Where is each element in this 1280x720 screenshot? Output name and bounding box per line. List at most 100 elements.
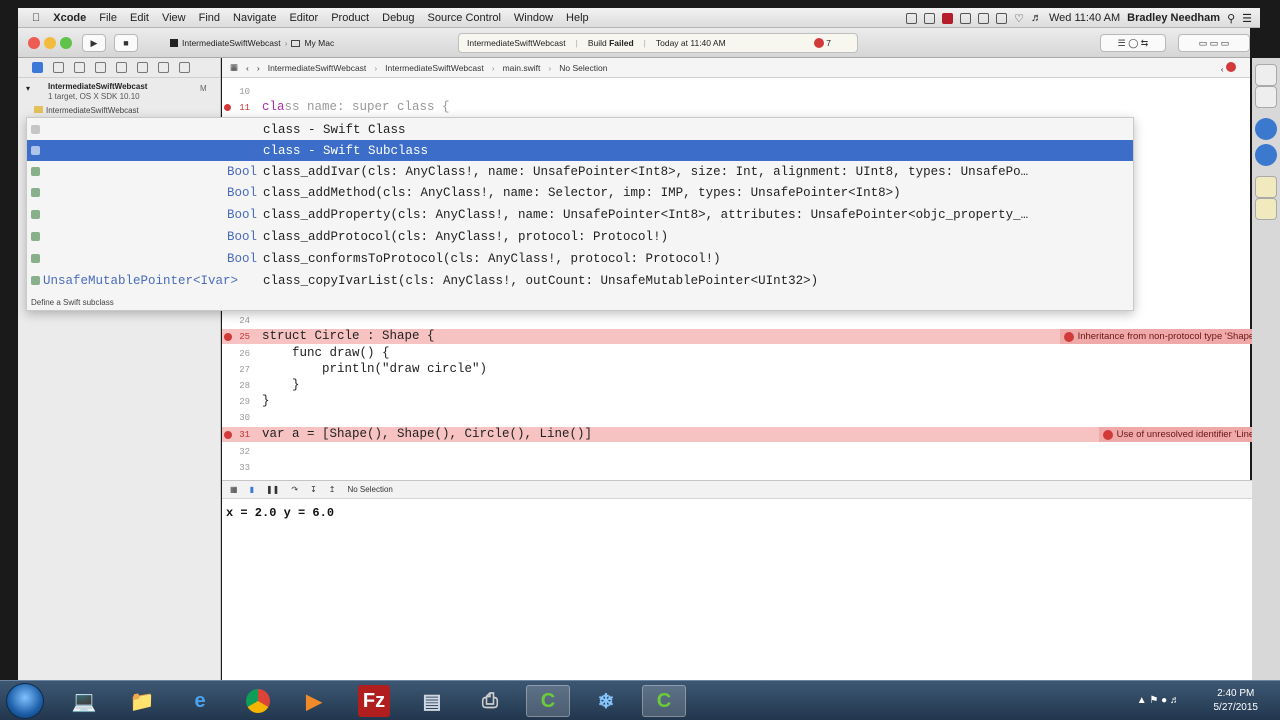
- close-window-button[interactable]: [28, 37, 40, 49]
- activity-status: Failed: [609, 38, 634, 48]
- dock-app-icon[interactable]: [1255, 198, 1277, 220]
- issue-nav-icon[interactable]: ‹: [1221, 62, 1236, 74]
- debug-selection: No Selection: [347, 485, 393, 494]
- menu-view[interactable]: View: [162, 12, 186, 24]
- completion-item[interactable]: class - Swift Class: [27, 119, 1133, 140]
- report-navigator-icon[interactable]: [179, 62, 190, 73]
- completion-item[interactable]: Bool class_addProperty(cls: AnyClass!, n…: [27, 204, 1133, 225]
- debug-navigator-icon[interactable]: [137, 62, 148, 73]
- completion-item[interactable]: UnsafeMutablePointer<Ivar> class_copyIva…: [27, 270, 1133, 291]
- menu-window[interactable]: Window: [514, 12, 553, 24]
- related-items-icon[interactable]: ▦: [230, 62, 238, 73]
- menu-debug[interactable]: Debug: [382, 12, 414, 24]
- status-menu-icon[interactable]: [924, 12, 936, 24]
- wifi-icon[interactable]: ♡: [1014, 12, 1024, 25]
- notification-center-icon[interactable]: ☰: [1242, 12, 1252, 25]
- volume-icon[interactable]: ♬: [1031, 12, 1042, 24]
- snippet-icon: [31, 146, 40, 155]
- code-line-11: class name: super class {: [262, 100, 450, 114]
- start-button[interactable]: [6, 683, 44, 719]
- completion-item[interactable]: Bool class_conformsToProtocol(cls: AnyCl…: [27, 248, 1133, 269]
- pause-icon[interactable]: ❚❚: [266, 485, 279, 494]
- issue-navigator-icon[interactable]: [95, 62, 106, 73]
- menubar-user[interactable]: Bradley Needham: [1127, 12, 1220, 24]
- completion-item[interactable]: Bool class_addMethod(cls: AnyClass!, nam…: [27, 182, 1133, 203]
- apple-icon[interactable]: : [32, 12, 40, 24]
- group-item[interactable]: IntermediateSwiftWebcast: [34, 106, 139, 115]
- disclosure-triangle-icon[interactable]: ▾: [26, 84, 30, 93]
- bluetooth-icon[interactable]: [996, 12, 1008, 24]
- scheme-name: IntermediateSwiftWebcast: [182, 38, 281, 48]
- dock-app-icon[interactable]: [1255, 176, 1277, 198]
- dock-app-icon[interactable]: [1255, 86, 1277, 108]
- status-menu-icon[interactable]: [906, 12, 918, 24]
- code-line-31: var a = [Shape(), Shape(), Circle(), Lin…: [262, 427, 593, 441]
- find-navigator-icon[interactable]: [74, 62, 85, 73]
- windows-taskbar: 💻 📁 e ▶ Fz ▤ ⎙ C ❄ C ▲ ⚑ ● ♬ 2:40 PM 5/2…: [0, 680, 1280, 720]
- time-machine-icon[interactable]: [978, 12, 990, 24]
- taskbar-snowflake-icon[interactable]: ❄: [584, 685, 628, 717]
- jumpbar-crumb-group[interactable]: IntermediateSwiftWebcast: [385, 63, 484, 73]
- dock-app-icon[interactable]: [1255, 144, 1277, 166]
- menubar-clock[interactable]: Wed 11:40 AM: [1049, 12, 1120, 24]
- back-button[interactable]: ‹: [246, 63, 249, 73]
- hide-debug-area-icon[interactable]: ▦: [230, 485, 238, 494]
- symbol-navigator-icon[interactable]: [53, 62, 64, 73]
- spotlight-search-icon[interactable]: ⚲: [1227, 12, 1235, 25]
- mac-icon: [291, 39, 301, 47]
- run-button[interactable]: ▶: [82, 34, 106, 52]
- jumpbar-crumb-project[interactable]: IntermediateSwiftWebcast: [268, 63, 367, 73]
- taskbar-clock[interactable]: 2:40 PM 5/27/2015: [1214, 687, 1259, 715]
- menu-navigate[interactable]: Navigate: [233, 12, 276, 24]
- activity-time: Today at 11:40 AM: [655, 38, 726, 48]
- folder-icon[interactable]: [32, 62, 43, 73]
- taskbar-ie-icon[interactable]: e: [178, 685, 222, 717]
- step-over-icon[interactable]: ↷: [291, 485, 298, 494]
- jumpbar-crumb-symbol[interactable]: No Selection: [559, 63, 607, 73]
- step-into-icon[interactable]: ↧: [310, 485, 317, 494]
- taskbar-chrome-icon[interactable]: [236, 685, 280, 717]
- menu-app-xcode[interactable]: Xcode: [53, 12, 86, 24]
- completion-item-selected[interactable]: class - Swift Subclass: [27, 140, 1133, 161]
- menu-find[interactable]: Find: [199, 12, 220, 24]
- completion-item[interactable]: Bool class_addIvar(cls: AnyClass!, name:…: [27, 161, 1133, 182]
- taskbar-remote-desktop-icon[interactable]: 💻: [62, 685, 106, 717]
- menu-editor[interactable]: Editor: [289, 12, 318, 24]
- menu-product[interactable]: Product: [331, 12, 369, 24]
- editor-mode-segmented-control[interactable]: ☰ ◯ ⇆: [1100, 34, 1166, 52]
- error-message[interactable]: Use of unresolved identifier 'Line': [1098, 427, 1260, 442]
- error-gutter-icon[interactable]: [224, 333, 232, 341]
- view-toggle-segmented-control[interactable]: ▭ ▭ ▭: [1178, 34, 1250, 52]
- taskbar-printer-icon[interactable]: ⎙: [468, 685, 512, 717]
- zoom-window-button[interactable]: [60, 37, 72, 49]
- menu-help[interactable]: Help: [566, 12, 589, 24]
- taskbar-media-player-icon[interactable]: ▶: [292, 685, 336, 717]
- error-message[interactable]: Inheritance from non-protocol type 'Shap…: [1059, 329, 1260, 344]
- taskbar-filezilla-icon[interactable]: Fz: [358, 685, 390, 717]
- status-menu-icon[interactable]: [942, 12, 954, 24]
- taskbar-camtasia-icon[interactable]: C: [526, 685, 570, 717]
- breakpoints-toggle-icon[interactable]: ▮: [250, 485, 254, 494]
- test-navigator-icon[interactable]: [116, 62, 127, 73]
- error-gutter-icon[interactable]: [224, 104, 231, 111]
- stop-button[interactable]: ■: [114, 34, 138, 52]
- error-gutter-icon[interactable]: [224, 431, 232, 439]
- breakpoint-navigator-icon[interactable]: [158, 62, 169, 73]
- menu-edit[interactable]: Edit: [130, 12, 149, 24]
- status-menu-icon[interactable]: [960, 12, 972, 24]
- taskbar-camtasia-icon[interactable]: C: [642, 685, 686, 717]
- taskbar-notepad-icon[interactable]: ▤: [410, 685, 454, 717]
- menu-file[interactable]: File: [99, 12, 117, 24]
- jumpbar-crumb-file[interactable]: main.swift: [503, 63, 541, 73]
- forward-button[interactable]: ›: [257, 63, 260, 73]
- error-count-badge[interactable]: 7: [814, 38, 831, 48]
- dock-app-icon[interactable]: [1255, 118, 1277, 140]
- taskbar-explorer-icon[interactable]: 📁: [120, 685, 164, 717]
- step-out-icon[interactable]: ↥: [329, 485, 336, 494]
- dock-app-icon[interactable]: [1255, 64, 1277, 86]
- minimize-window-button[interactable]: [44, 37, 56, 49]
- completion-item[interactable]: Bool class_addProtocol(cls: AnyClass!, p…: [27, 226, 1133, 247]
- menu-source-control[interactable]: Source Control: [428, 12, 501, 24]
- tray-icons[interactable]: ▲ ⚑ ● ♬: [1137, 695, 1180, 706]
- scheme-selector[interactable]: IntermediateSwiftWebcast › My Mac: [170, 35, 334, 51]
